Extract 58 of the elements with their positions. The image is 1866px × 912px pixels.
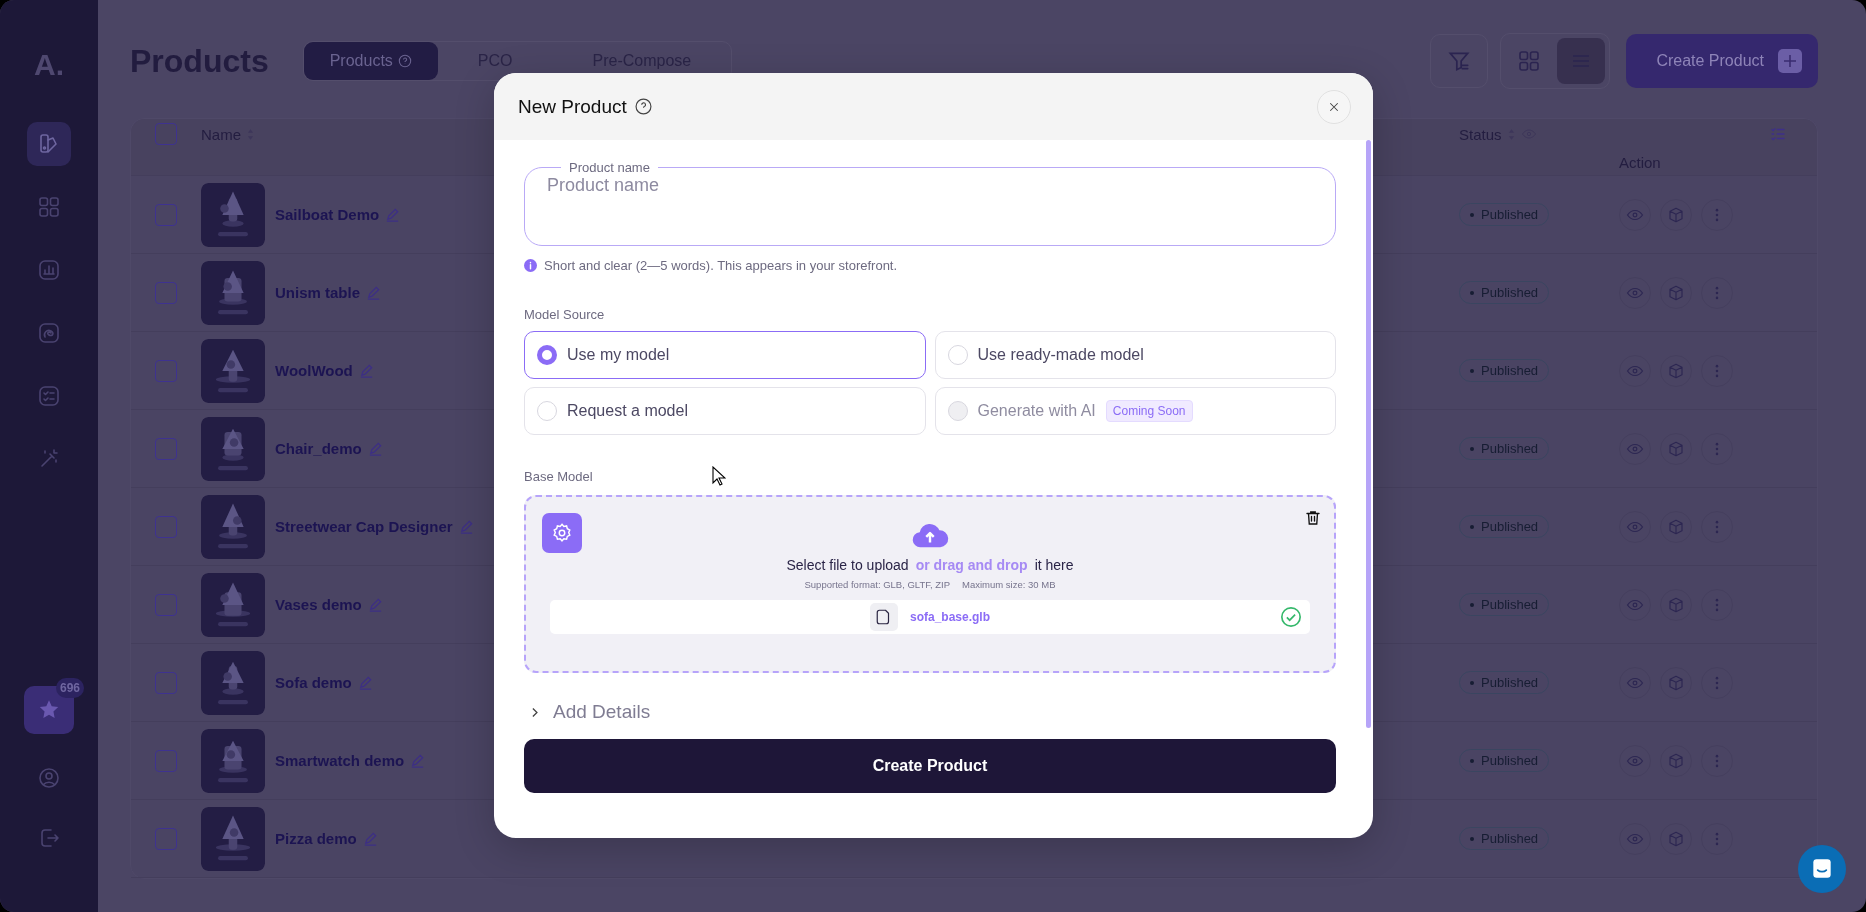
row-checkbox[interactable] <box>155 359 177 382</box>
size-note: Maximum size: 30 MB <box>962 579 1056 590</box>
section-label: Model Source <box>524 307 605 322</box>
hint-text: Short and clear (2—5 words). This appears in your storefront. <box>544 258 898 273</box>
drag-drop-link[interactable]: or drag and drop <box>915 557 1028 573</box>
close-icon <box>1328 100 1340 113</box>
section-label: Base Model <box>524 469 593 484</box>
close-button[interactable] <box>1317 89 1351 124</box>
edit-icon[interactable] <box>458 519 474 534</box>
create-product-button[interactable]: Create Product <box>1626 34 1818 88</box>
file-icon <box>870 603 898 631</box>
logo: A. <box>34 48 64 83</box>
file-name: sofa_base.glb <box>910 610 990 624</box>
gear-icon <box>551 522 573 544</box>
edit-icon[interactable] <box>385 207 401 222</box>
scrollbar[interactable] <box>1366 140 1371 728</box>
info-icon <box>524 259 537 272</box>
cloud-upload-icon <box>911 521 949 549</box>
add-details-toggle[interactable]: Add Details <box>524 701 655 723</box>
upload-dropzone[interactable]: Select file to upload or drag and drop it here Supported format: GLB, GLTF, ZIP Maximum size: 30 MB sofa_base.glb <box>524 495 1336 673</box>
row-checkbox[interactable] <box>155 515 177 538</box>
row-checkbox[interactable] <box>155 671 177 694</box>
row-checkbox[interactable] <box>155 437 177 460</box>
row-checkbox[interactable] <box>155 749 177 772</box>
select-all-checkbox[interactable] <box>155 123 177 146</box>
help-icon[interactable] <box>634 98 652 115</box>
list-view-icon[interactable] <box>1557 38 1606 84</box>
edit-icon[interactable] <box>367 597 383 612</box>
row-checkbox[interactable] <box>155 203 177 226</box>
edit-icon[interactable] <box>410 753 426 768</box>
radio-option[interactable]: Use ready-made model <box>934 331 1336 379</box>
chat-button[interactable] <box>1798 845 1846 893</box>
radio-option[interactable]: Request a model <box>524 387 926 435</box>
create-product-button[interactable]: Create Product <box>524 739 1336 793</box>
plus-icon <box>1778 49 1802 73</box>
edit-icon[interactable] <box>362 831 378 846</box>
row-checkbox[interactable] <box>155 281 177 304</box>
row-checkbox[interactable] <box>155 827 177 850</box>
edit-icon[interactable] <box>366 285 382 300</box>
product-name-field[interactable]: Product name <box>547 175 1313 196</box>
swatch-nav-icon[interactable] <box>27 122 71 166</box>
tab[interactable]: Products <box>303 42 438 80</box>
edit-icon[interactable] <box>367 441 383 456</box>
upload-prompt: it here <box>1034 557 1074 573</box>
delete-icon[interactable] <box>1304 509 1322 527</box>
edit-icon[interactable] <box>358 363 374 378</box>
radio-option[interactable]: Use my model <box>524 331 926 379</box>
upload-prompt: Select file to upload <box>786 557 909 573</box>
credits-count: 696 <box>55 678 84 698</box>
format-note: Supported format: GLB, GLTF, ZIP <box>804 579 951 590</box>
field-label: Product name <box>568 160 651 175</box>
cursor-icon <box>712 466 726 486</box>
row-checkbox[interactable] <box>155 593 177 616</box>
filter-icon[interactable] <box>1430 34 1489 88</box>
settings-button[interactable] <box>542 513 582 553</box>
coming-soon-badge: Coming Soon <box>1105 400 1193 422</box>
dialog-title: New Product <box>518 95 627 118</box>
edit-icon[interactable] <box>357 675 373 690</box>
